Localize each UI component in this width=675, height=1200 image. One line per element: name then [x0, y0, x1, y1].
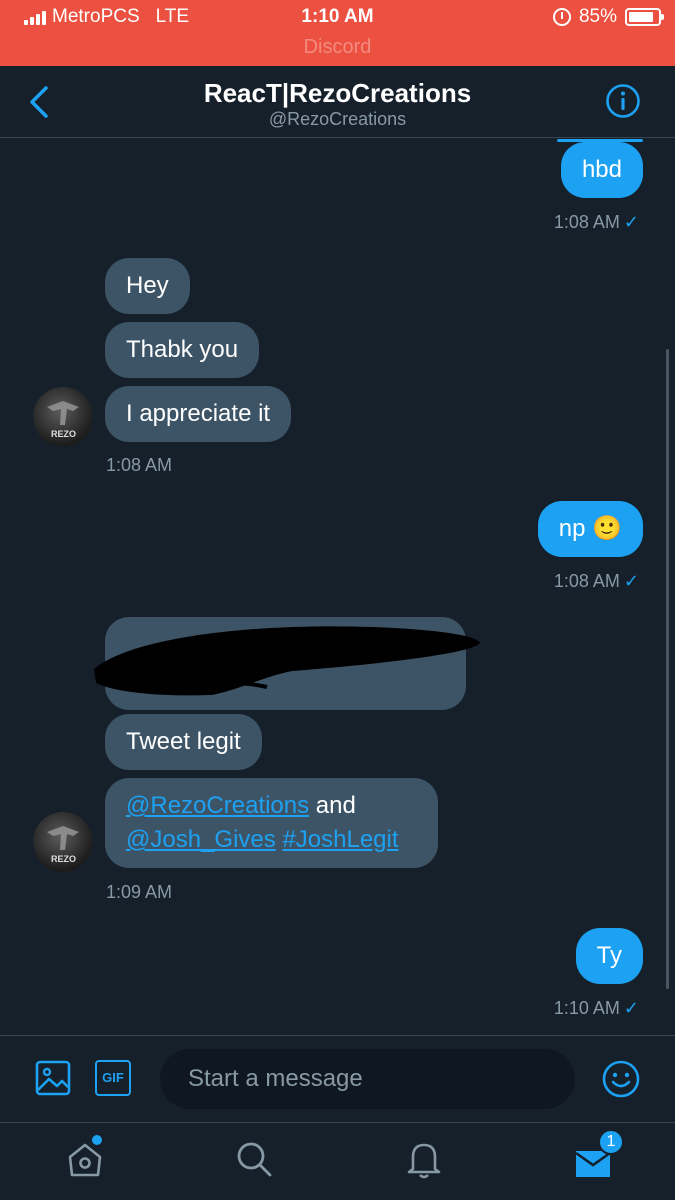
conversation-handle: @RezoCreations: [268, 109, 407, 129]
image-icon[interactable]: [35, 1060, 71, 1096]
message-timestamp: 1:08 AM ✓: [553, 571, 639, 591]
emoji-icon[interactable]: [601, 1059, 641, 1099]
home-icon[interactable]: [65, 1139, 105, 1179]
search-icon[interactable]: [234, 1139, 274, 1179]
conversation-title: ReacT|RezoCreations: [203, 78, 472, 108]
message-timestamp: 1:10 AM ✓: [553, 998, 639, 1018]
battery-icon: [625, 8, 664, 26]
info-icon[interactable]: [605, 83, 641, 119]
message-text: and: [309, 792, 356, 819]
alarm-icon: [552, 8, 571, 26]
message-bubble-outgoing[interactable]: hbd: [560, 142, 643, 198]
avatar[interactable]: REZO: [33, 387, 93, 447]
message-timestamp: 1:08 AM ✓: [553, 212, 639, 232]
return-to-app-link[interactable]: Discord: [0, 36, 675, 59]
avatar-label: REZO: [51, 854, 77, 864]
gif-button[interactable]: GIF: [95, 1060, 131, 1096]
battery-percent: 85%: [578, 6, 617, 27]
message-thread[interactable]: hbd 1:08 AM ✓ Hey Thabk you I appreciate …: [0, 139, 675, 1035]
message-input[interactable]: Start a message: [160, 1049, 575, 1109]
messages-badge: 1: [598, 1129, 624, 1155]
bell-icon[interactable]: [404, 1139, 444, 1179]
mention-link[interactable]: @RezoCreations: [126, 792, 309, 819]
message-composer: GIF Start a message: [0, 1035, 675, 1122]
home-notification-dot: [92, 1135, 102, 1145]
redaction-scribble: [94, 626, 480, 696]
message-bubble-incoming[interactable]: Thabk you: [105, 322, 260, 378]
avatar-label: REZO: [51, 429, 77, 439]
tab-bar: 1: [0, 1122, 675, 1200]
message-timestamp: 1:09 AM: [106, 882, 173, 902]
read-check-icon: ✓: [623, 212, 639, 232]
avatar[interactable]: REZO: [33, 812, 93, 872]
conversation-header: ReacT|RezoCreations @RezoCreations: [0, 66, 675, 138]
message-bubble-outgoing[interactable]: np 🙂: [537, 501, 643, 557]
message-bubble-incoming[interactable]: Hey: [105, 258, 190, 314]
message-timestamp: 1:08 AM: [106, 455, 173, 475]
read-check-icon: ✓: [623, 571, 639, 591]
hashtag-link[interactable]: #JoshLegit: [282, 826, 398, 853]
status-bar: MetroPCS LTE 1:10 AM 85% Discord: [0, 0, 675, 66]
read-check-icon: ✓: [623, 998, 639, 1018]
scrollbar[interactable]: [666, 349, 669, 989]
message-bubble-outgoing[interactable]: Ty: [575, 928, 643, 984]
message-bubble-incoming[interactable]: @RezoCreations and @Josh_Gives #JoshLegi…: [105, 778, 438, 868]
message-bubble-incoming[interactable]: I appreciate it: [105, 386, 292, 442]
gif-label: GIF: [102, 1070, 124, 1085]
message-bubble-incoming[interactable]: Tweet legit: [105, 714, 262, 770]
mention-link[interactable]: @Josh_Gives: [126, 826, 276, 853]
